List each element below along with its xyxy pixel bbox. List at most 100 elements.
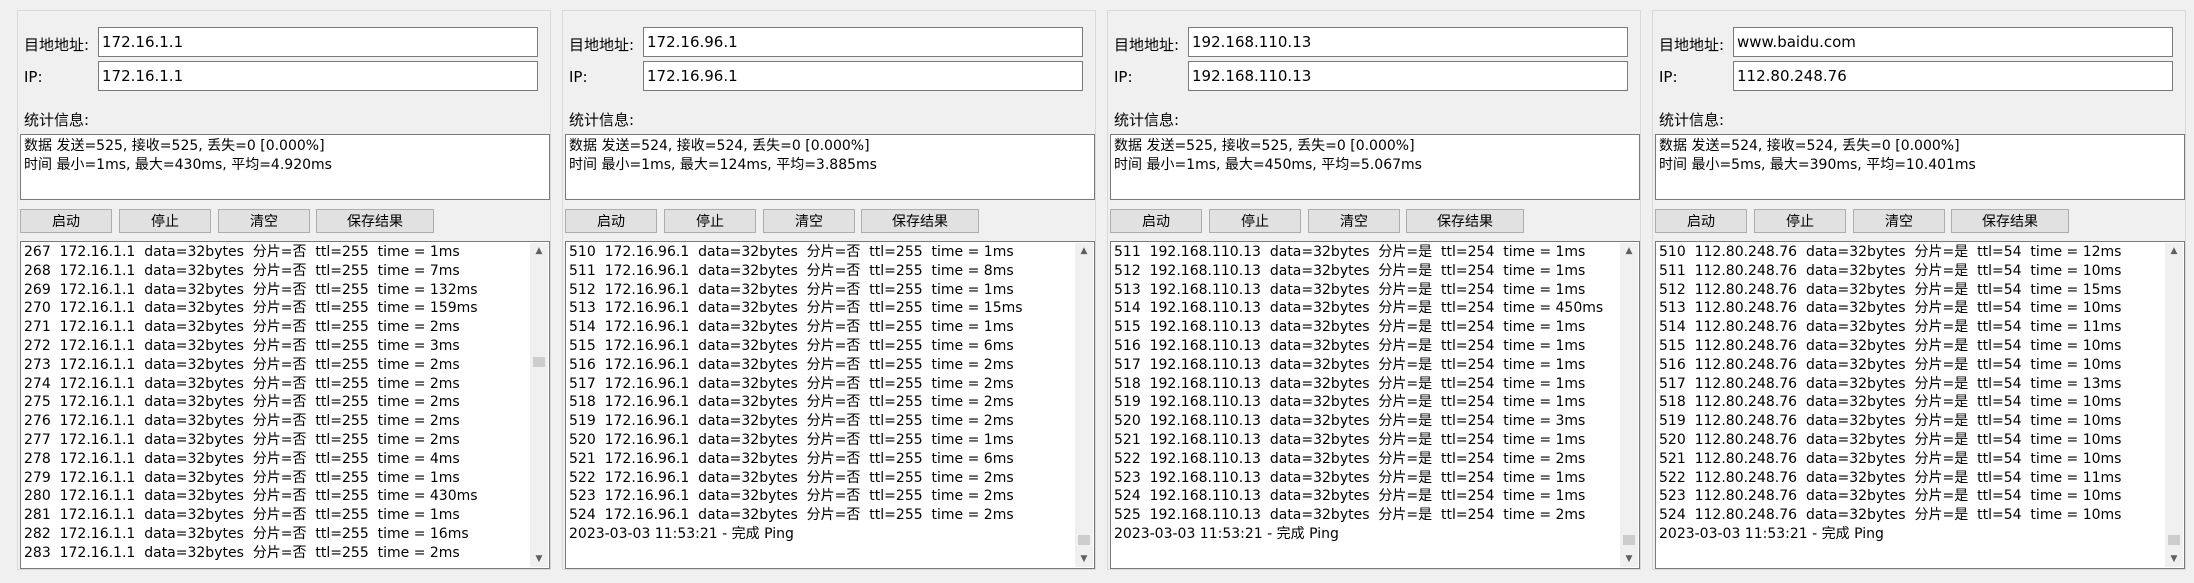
log-line: 511 192.168.110.13 data=32bytes 分片=是 ttl… — [1114, 244, 1586, 260]
log-lines: 510 112.80.248.76 data=32bytes 分片=是 ttl=… — [1659, 243, 2162, 544]
scroll-down-icon[interactable]: ▼ — [1075, 551, 1093, 567]
log-line: 524 172.16.96.1 data=32bytes 分片=否 ttl=25… — [569, 507, 1014, 524]
log-line: 511 172.16.96.1 data=32bytes 分片=否 ttl=25… — [569, 262, 1014, 279]
ping-log[interactable]: 267 172.16.1.1 data=32bytes 分片=否 ttl=255… — [20, 241, 550, 569]
ping-log[interactable]: 510 172.16.96.1 data=32bytes 分片=否 ttl=25… — [565, 241, 1095, 569]
log-line: 516 172.16.96.1 data=32bytes 分片=否 ttl=25… — [569, 356, 1014, 373]
target-address-input[interactable] — [98, 27, 538, 57]
scroll-up-icon[interactable]: ▲ — [1620, 243, 1638, 259]
scroll-up-icon[interactable]: ▲ — [530, 243, 548, 259]
log-line: 269 172.16.1.1 data=32bytes 分片=否 ttl=255… — [24, 281, 478, 298]
statistics-label: 统计信息: — [569, 111, 635, 129]
log-line: 522 192.168.110.13 data=32bytes 分片=是 ttl… — [1114, 450, 1586, 467]
target-address-label: 目地地址: — [569, 36, 635, 54]
stop-button[interactable]: 停止 — [119, 209, 211, 233]
log-line: 511 112.80.248.76 data=32bytes 分片=是 ttl=… — [1659, 262, 2122, 279]
scroll-up-icon[interactable]: ▲ — [1075, 243, 1093, 259]
clear-button[interactable]: 清空 — [763, 209, 855, 233]
log-line: 523 172.16.96.1 data=32bytes 分片=否 ttl=25… — [569, 488, 1014, 505]
scroll-down-icon[interactable]: ▼ — [530, 551, 548, 567]
log-line: 523 112.80.248.76 data=32bytes 分片=是 ttl=… — [1659, 488, 2122, 505]
clear-button[interactable]: 清空 — [1308, 209, 1400, 233]
save-results-button[interactable]: 保存结果 — [1951, 209, 2069, 233]
start-button[interactable]: 启动 — [565, 209, 657, 233]
stats-data-line: 数据 发送=524, 接收=524, 丢失=0 [0.000%] — [1659, 138, 1960, 154]
save-results-button[interactable]: 保存结果 — [316, 209, 434, 233]
ping-log[interactable]: 510 112.80.248.76 data=32bytes 分片=是 ttl=… — [1655, 241, 2185, 569]
log-line: 276 172.16.1.1 data=32bytes 分片=否 ttl=255… — [24, 413, 460, 430]
log-line: 517 172.16.96.1 data=32bytes 分片=否 ttl=25… — [569, 375, 1014, 392]
log-scrollbar[interactable]: ▲ ▼ — [1620, 243, 1638, 567]
scroll-down-icon[interactable]: ▼ — [2165, 551, 2183, 567]
log-line: 520 172.16.96.1 data=32bytes 分片=否 ttl=25… — [569, 431, 1014, 448]
log-line: 510 172.16.96.1 data=32bytes 分片=否 ttl=25… — [569, 244, 1014, 260]
ip-input[interactable] — [1733, 61, 2173, 91]
ip-input[interactable] — [1188, 61, 1628, 91]
start-button[interactable]: 启动 — [1110, 209, 1202, 233]
log-scrollbar[interactable]: ▲ ▼ — [1075, 243, 1093, 567]
ip-label: IP: — [1114, 68, 1133, 86]
log-line: 521 112.80.248.76 data=32bytes 分片=是 ttl=… — [1659, 450, 2122, 467]
log-line: 523 192.168.110.13 data=32bytes 分片=是 ttl… — [1114, 469, 1586, 486]
log-line: 519 112.80.248.76 data=32bytes 分片=是 ttl=… — [1659, 413, 2122, 430]
log-line: 524 192.168.110.13 data=32bytes 分片=是 ttl… — [1114, 488, 1586, 505]
log-lines: 267 172.16.1.1 data=32bytes 分片=否 ttl=255… — [24, 243, 527, 563]
log-line: 270 172.16.1.1 data=32bytes 分片=否 ttl=255… — [24, 300, 478, 317]
scroll-down-icon[interactable]: ▼ — [1620, 551, 1638, 567]
save-results-button[interactable]: 保存结果 — [1406, 209, 1524, 233]
start-button[interactable]: 启动 — [20, 209, 112, 233]
stop-button[interactable]: 停止 — [1209, 209, 1301, 233]
log-scrollbar[interactable]: ▲ ▼ — [530, 243, 548, 567]
ping-panel-2: 目地地址: IP: 统计信息: 数据 发送=524, 接收=524, 丢失=0 … — [562, 10, 1096, 570]
log-line: 271 172.16.1.1 data=32bytes 分片=否 ttl=255… — [24, 319, 460, 336]
clear-button[interactable]: 清空 — [218, 209, 310, 233]
log-line: 512 172.16.96.1 data=32bytes 分片=否 ttl=25… — [569, 281, 1014, 298]
stop-button[interactable]: 停止 — [1754, 209, 1846, 233]
ip-label: IP: — [569, 68, 588, 86]
stats-data-line: 数据 发送=525, 接收=525, 丢失=0 [0.000%] — [1114, 138, 1415, 154]
statistics-label: 统计信息: — [1659, 111, 1725, 129]
statistics-box: 数据 发送=524, 接收=524, 丢失=0 [0.000%] 时间 最小=1… — [565, 134, 1095, 200]
scrollbar-thumb[interactable] — [1623, 535, 1635, 545]
scrollbar-thumb[interactable] — [2168, 535, 2180, 545]
log-line: 520 192.168.110.13 data=32bytes 分片=是 ttl… — [1114, 413, 1586, 430]
start-button[interactable]: 启动 — [1655, 209, 1747, 233]
log-line: 522 172.16.96.1 data=32bytes 分片=否 ttl=25… — [569, 469, 1014, 486]
ip-label: IP: — [1659, 68, 1678, 86]
log-line: 525 192.168.110.13 data=32bytes 分片=是 ttl… — [1114, 507, 1586, 524]
log-line: 519 192.168.110.13 data=32bytes 分片=是 ttl… — [1114, 394, 1586, 411]
save-results-button[interactable]: 保存结果 — [861, 209, 979, 233]
scrollbar-thumb[interactable] — [533, 357, 545, 367]
log-line: 277 172.16.1.1 data=32bytes 分片=否 ttl=255… — [24, 431, 460, 448]
statistics-box: 数据 发送=524, 接收=524, 丢失=0 [0.000%] 时间 最小=5… — [1655, 134, 2185, 200]
ping-log[interactable]: 511 192.168.110.13 data=32bytes 分片=是 ttl… — [1110, 241, 1640, 569]
stats-time-line: 时间 最小=1ms, 最大=430ms, 平均=4.920ms — [24, 157, 332, 173]
log-line: 283 172.16.1.1 data=32bytes 分片=否 ttl=255… — [24, 544, 460, 561]
log-line: 520 112.80.248.76 data=32bytes 分片=是 ttl=… — [1659, 431, 2122, 448]
target-address-label: 目地地址: — [24, 36, 90, 54]
target-address-input[interactable] — [1188, 27, 1628, 57]
log-line: 515 172.16.96.1 data=32bytes 分片=否 ttl=25… — [569, 337, 1014, 354]
log-line: 514 192.168.110.13 data=32bytes 分片=是 ttl… — [1114, 300, 1604, 317]
log-line: 268 172.16.1.1 data=32bytes 分片=否 ttl=255… — [24, 262, 460, 279]
log-lines: 511 192.168.110.13 data=32bytes 分片=是 ttl… — [1114, 243, 1617, 544]
scroll-up-icon[interactable]: ▲ — [2165, 243, 2183, 259]
log-line: 517 112.80.248.76 data=32bytes 分片=是 ttl=… — [1659, 375, 2122, 392]
log-line: 2023-03-03 11:53:21 - 完成 Ping — [569, 525, 794, 542]
ip-input[interactable] — [643, 61, 1083, 91]
log-line: 521 192.168.110.13 data=32bytes 分片=是 ttl… — [1114, 431, 1586, 448]
log-line: 515 112.80.248.76 data=32bytes 分片=是 ttl=… — [1659, 337, 2122, 354]
statistics-label: 统计信息: — [24, 111, 90, 129]
target-address-input[interactable] — [643, 27, 1083, 57]
log-scrollbar[interactable]: ▲ ▼ — [2165, 243, 2183, 567]
ip-input[interactable] — [98, 61, 538, 91]
ping-panel-3: 目地地址: IP: 统计信息: 数据 发送=525, 接收=525, 丢失=0 … — [1107, 10, 1641, 570]
log-line: 518 112.80.248.76 data=32bytes 分片=是 ttl=… — [1659, 394, 2122, 411]
target-address-input[interactable] — [1733, 27, 2173, 57]
stop-button[interactable]: 停止 — [664, 209, 756, 233]
log-line: 513 112.80.248.76 data=32bytes 分片=是 ttl=… — [1659, 300, 2122, 317]
stats-data-line: 数据 发送=524, 接收=524, 丢失=0 [0.000%] — [569, 138, 870, 154]
stats-time-line: 时间 最小=1ms, 最大=124ms, 平均=3.885ms — [569, 157, 877, 173]
scrollbar-thumb[interactable] — [1078, 535, 1090, 545]
clear-button[interactable]: 清空 — [1853, 209, 1945, 233]
